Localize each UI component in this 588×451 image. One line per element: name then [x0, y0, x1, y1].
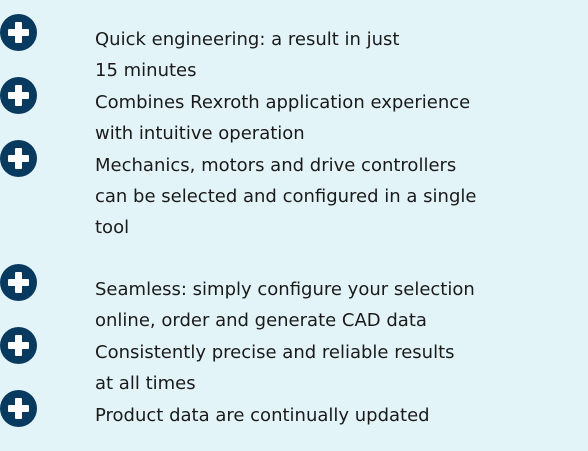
- plus-circle-icon: [0, 390, 37, 427]
- feature-list: Quick engineering: a result in just 15 mi…: [0, 0, 588, 451]
- plus-circle-icon: [0, 140, 37, 177]
- plus-circle-icon: [0, 77, 37, 114]
- feature-text: Consistently precise and reliable result…: [95, 342, 455, 394]
- plus-circle-icon: [0, 327, 37, 364]
- feature-text: Combines Rexroth application experience w…: [95, 92, 471, 144]
- feature-text: Mechanics, motors and drive controllers c…: [95, 155, 477, 238]
- feature-text: Seamless: simply configure your selectio…: [95, 279, 475, 331]
- feature-text: Quick engineering: a result in just 15 mi…: [95, 29, 400, 81]
- plus-circle-icon: [0, 264, 37, 301]
- feature-text: Product data are continually updated: [95, 405, 430, 426]
- plus-circle-icon: [0, 14, 37, 51]
